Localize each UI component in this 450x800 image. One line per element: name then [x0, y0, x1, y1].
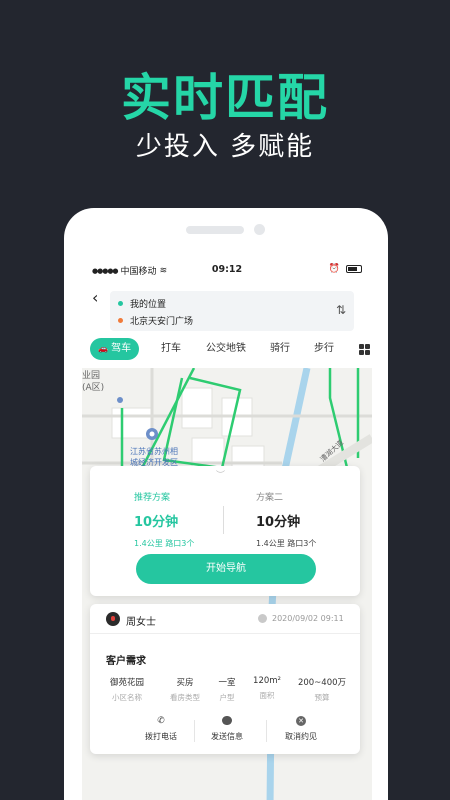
phone-frame: ●●●●● 中国移动 ≋ 09:12 ⏰ ‹ 我的位置 北京天安门广场 ⇅ 🚗 …: [64, 208, 388, 800]
plan-meta: 1.4公里 路口3个: [134, 539, 195, 548]
battery-icon: [346, 265, 362, 273]
cancel-icon: ✕: [276, 716, 326, 728]
needs-title: 客户需求: [106, 656, 146, 667]
spec-value: 御苑花园: [109, 678, 144, 688]
back-button[interactable]: ‹: [92, 288, 98, 307]
phone-icon: ✆: [157, 716, 165, 726]
spec-value: 200~400万: [297, 678, 347, 688]
spec-label: 户型: [219, 693, 235, 702]
origin-row[interactable]: 我的位置: [118, 297, 166, 310]
spec-label: 面积: [259, 691, 275, 700]
route-input-box: 我的位置 北京天安门广场 ⇅: [110, 291, 354, 331]
spec-label: 看房类型: [170, 693, 200, 702]
origin-text: 我的位置: [130, 300, 167, 310]
plan-divider: [223, 506, 224, 534]
spec-value: 一室: [218, 678, 236, 688]
customer-name: 周女士: [126, 617, 156, 628]
tab-transit[interactable]: 公交地铁: [206, 338, 246, 360]
tab-taxi[interactable]: 打车: [161, 338, 181, 360]
status-bar: ●●●●● 中国移动 ≋ 09:12 ⏰: [82, 264, 372, 280]
camera-dot: [254, 224, 265, 235]
action-divider: [266, 720, 267, 742]
appointment-time: 2020/09/02 09:11: [272, 614, 344, 623]
cancel-appointment-button[interactable]: ✕ 取消约见: [276, 716, 326, 742]
action-label: 发送信息: [211, 732, 243, 741]
needs-specs: 御苑花园 小区名称 买房 看房类型 一室 户型 120m² 面积 200~400…: [90, 676, 360, 706]
tab-drive[interactable]: 🚗 驾车: [90, 338, 140, 360]
action-label: 取消约见: [285, 732, 317, 741]
map-label-area2: (A区): [82, 383, 105, 393]
plan-meta: 1.4公里 路口3个: [256, 539, 317, 548]
headline: 实时匹配: [121, 69, 329, 127]
plan-name: 方案二: [256, 493, 284, 503]
car-icon: 🚗: [98, 344, 108, 353]
start-navigation-button[interactable]: 开始导航: [136, 554, 316, 584]
alarm-icon: ⏰: [328, 264, 340, 274]
map-label-place1: 江苏省苏州相: [130, 447, 178, 456]
destination-dot-icon: [118, 318, 123, 323]
spec-item: 御苑花园 小区名称: [102, 676, 152, 703]
avatar: [106, 612, 120, 626]
spec-item: 120m² 面积: [250, 676, 284, 701]
more-grid-icon[interactable]: [359, 344, 370, 355]
origin-dot-icon: [118, 301, 123, 306]
tab-label: 驾车: [111, 343, 132, 354]
plan-alternative[interactable]: 方案二 10分钟 1.4公里 路口3个: [256, 490, 316, 549]
clock-icon: [258, 614, 267, 623]
subheadline: 少投入 多赋能: [135, 132, 315, 162]
customer-header: 周女士 2020/09/02 09:11: [90, 604, 360, 634]
action-label: 拨打电话: [145, 732, 177, 741]
destination-row[interactable]: 北京天安门广场: [118, 314, 193, 327]
spec-item: 一室 户型: [212, 676, 242, 703]
spec-item: 200~400万 预算: [292, 676, 352, 703]
customer-card: 周女士 2020/09/02 09:11 客户需求 御苑花园 小区名称 买房 看…: [90, 604, 360, 754]
action-divider: [194, 720, 195, 742]
spec-value: 120m²: [253, 676, 281, 686]
app-screen: ●●●●● 中国移动 ≋ 09:12 ⏰ ‹ 我的位置 北京天安门广场 ⇅ 🚗 …: [82, 258, 372, 800]
swap-icon[interactable]: ⇅: [336, 303, 346, 317]
spec-label: 预算: [314, 693, 330, 702]
drag-handle-icon[interactable]: ︶: [216, 468, 225, 481]
plan-duration: 10分钟: [256, 515, 301, 530]
customer-actions: ✆ 拨打电话 发送信息 ✕ 取消约见: [90, 716, 360, 748]
route-plans-card: ︶ 推荐方案 10分钟 1.4公里 路口3个 方案二 10分钟 1.4公里 路口…: [90, 466, 360, 596]
destination-text: 北京天安门广场: [130, 317, 194, 327]
plan-duration: 10分钟: [134, 515, 179, 530]
tab-bike[interactable]: 骑行: [270, 338, 290, 360]
speaker-grille: [186, 226, 244, 234]
transport-tabs: 🚗 驾车 打车 公交地铁 骑行 步行: [90, 338, 370, 360]
spec-item: 买房 看房类型: [162, 676, 208, 703]
message-icon: [202, 716, 252, 728]
plan-name: 推荐方案: [134, 493, 171, 503]
call-button[interactable]: ✆ 拨打电话: [136, 716, 186, 742]
spec-value: 买房: [176, 678, 194, 688]
send-message-button[interactable]: 发送信息: [202, 716, 252, 742]
tab-walk[interactable]: 步行: [314, 338, 334, 360]
plan-recommended[interactable]: 推荐方案 10分钟 1.4公里 路口3个: [134, 490, 194, 549]
spec-label: 小区名称: [112, 693, 142, 702]
